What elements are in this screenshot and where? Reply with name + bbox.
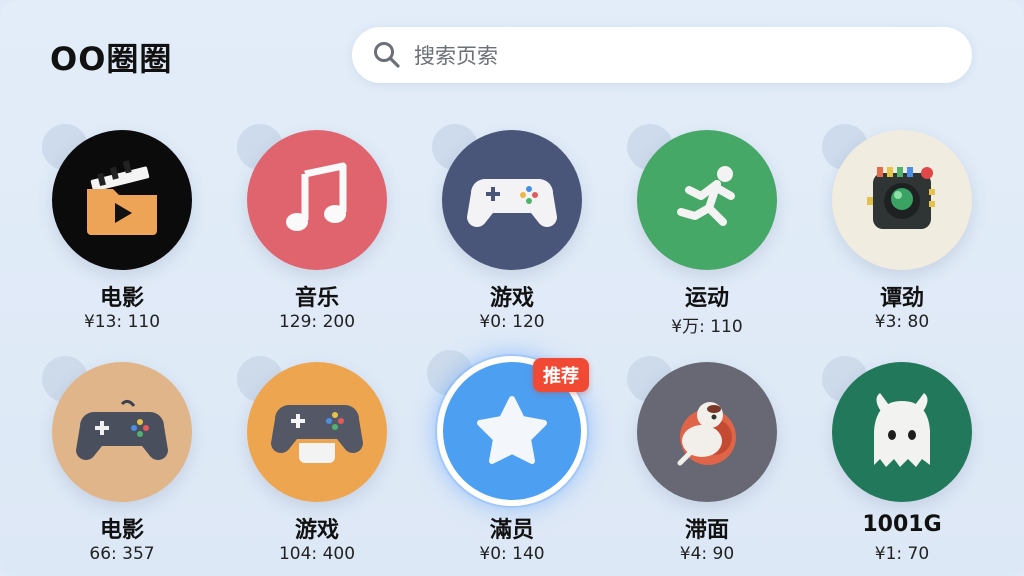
category-tile-movie[interactable]: 电影 ¥13: 110 bbox=[42, 124, 212, 350]
category-tile-game[interactable]: 游戏 ¥0: 120 bbox=[432, 124, 602, 350]
category-stat: ¥3: 80 bbox=[874, 312, 930, 332]
category-stat: ¥万: 110 bbox=[671, 317, 743, 337]
category-name: 电影 bbox=[99, 518, 144, 543]
category-name: 滿员 bbox=[489, 518, 534, 543]
category-tile-featured[interactable]: 推荐 滿员 ¥0: 140 bbox=[427, 350, 597, 576]
music-note-icon bbox=[247, 130, 387, 270]
category-tile-ghost[interactable]: 1001G ¥1: 70 bbox=[822, 356, 992, 576]
category-stat: ¥0: 140 bbox=[479, 544, 545, 564]
ghost-icon bbox=[832, 362, 972, 502]
category-stat: ¥4: 90 bbox=[679, 544, 735, 564]
category-name: 谭劲 bbox=[879, 286, 924, 311]
category-stat: ¥1: 70 bbox=[874, 544, 930, 564]
running-man-icon bbox=[637, 130, 777, 270]
app-window: OO圈圈 搜索页索 电影 ¥13: 110 音乐 129: 200 游戏 ¥0:… bbox=[0, 0, 1024, 576]
board-game-icon bbox=[832, 130, 972, 270]
category-stat: ¥0: 120 bbox=[479, 312, 545, 332]
category-grid: 电影 ¥13: 110 音乐 129: 200 游戏 ¥0: 120 运动 ¥万… bbox=[0, 0, 1024, 576]
category-name: 游戏 bbox=[489, 286, 534, 311]
category-tile-board[interactable]: 谭劲 ¥3: 80 bbox=[822, 124, 992, 350]
category-stat: 104: 400 bbox=[278, 544, 356, 564]
category-tile-mascot[interactable]: 滞面 ¥4: 90 bbox=[627, 356, 797, 576]
category-stat: 66: 357 bbox=[89, 544, 155, 564]
category-name: 游戏 bbox=[294, 518, 339, 543]
category-tile-game-2[interactable]: 游戏 104: 400 bbox=[237, 356, 407, 576]
category-name: 运动 bbox=[684, 286, 729, 311]
category-tile-sport[interactable]: 运动 ¥万: 110 bbox=[627, 124, 797, 350]
category-name: 1001G bbox=[862, 512, 942, 537]
category-stat: ¥13: 110 bbox=[83, 312, 161, 332]
controller-orange-icon bbox=[247, 362, 387, 502]
category-tile-music[interactable]: 音乐 129: 200 bbox=[237, 124, 407, 350]
category-name: 电影 bbox=[99, 286, 144, 311]
gamepad-icon bbox=[442, 130, 582, 270]
film-folder-icon bbox=[52, 130, 192, 270]
category-tile-movie-2[interactable]: 电影 66: 357 bbox=[42, 356, 212, 576]
category-stat: 129: 200 bbox=[278, 312, 356, 332]
category-name: 滞面 bbox=[684, 518, 729, 543]
recommend-badge: 推荐 bbox=[533, 358, 589, 392]
category-name: 音乐 bbox=[294, 286, 339, 311]
mascot-icon bbox=[637, 362, 777, 502]
controller-icon bbox=[52, 362, 192, 502]
